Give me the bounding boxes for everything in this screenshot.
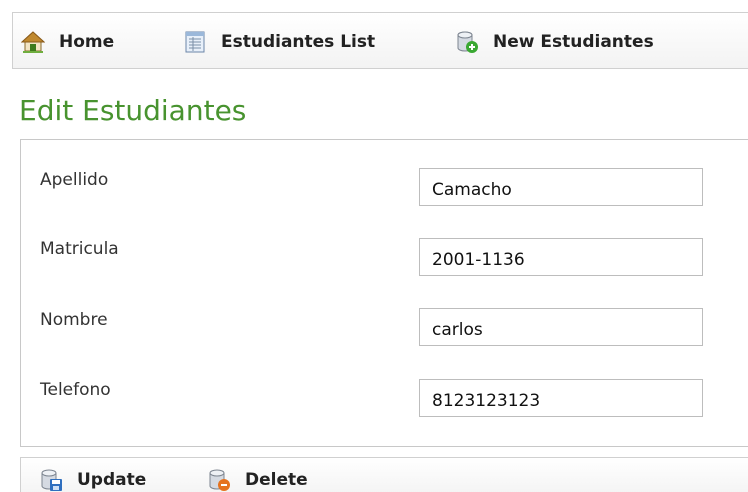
apellido-label: Apellido	[40, 170, 109, 190]
update-button-label: Update	[77, 470, 147, 490]
update-button[interactable]: Update	[39, 465, 146, 492]
nav-new-estudiantes-link[interactable]: New Estudiantes	[455, 13, 654, 70]
telefono-input[interactable]	[419, 379, 703, 417]
home-icon	[20, 30, 46, 54]
page-title: Edit Estudiantes	[19, 94, 247, 127]
top-nav-bar: Home Estudiantes List New Estudiantes	[12, 12, 748, 69]
page-root: Home Estudiantes List New Estudiantes Ed…	[0, 0, 748, 492]
matricula-input[interactable]	[419, 238, 703, 276]
nav-home-label: Home	[59, 31, 115, 52]
delete-button[interactable]: Delete	[207, 465, 308, 492]
database-save-icon	[39, 468, 63, 492]
database-delete-icon	[207, 468, 231, 492]
apellido-input[interactable]	[419, 168, 703, 206]
nav-home-link[interactable]: Home	[20, 13, 115, 70]
database-add-icon	[455, 30, 479, 54]
list-icon	[183, 30, 207, 54]
nav-estudiantes-list-label: Estudiantes List	[221, 31, 376, 52]
nav-new-estudiantes-label: New Estudiantes	[493, 31, 654, 52]
form-actions-bar: Update Delete	[20, 457, 748, 492]
matricula-label: Matricula	[40, 239, 119, 259]
nav-estudiantes-list-link[interactable]: Estudiantes List	[183, 13, 375, 70]
delete-button-label: Delete	[245, 470, 308, 490]
nombre-input[interactable]	[419, 308, 703, 346]
telefono-label: Telefono	[40, 380, 111, 400]
nombre-label: Nombre	[40, 310, 108, 330]
